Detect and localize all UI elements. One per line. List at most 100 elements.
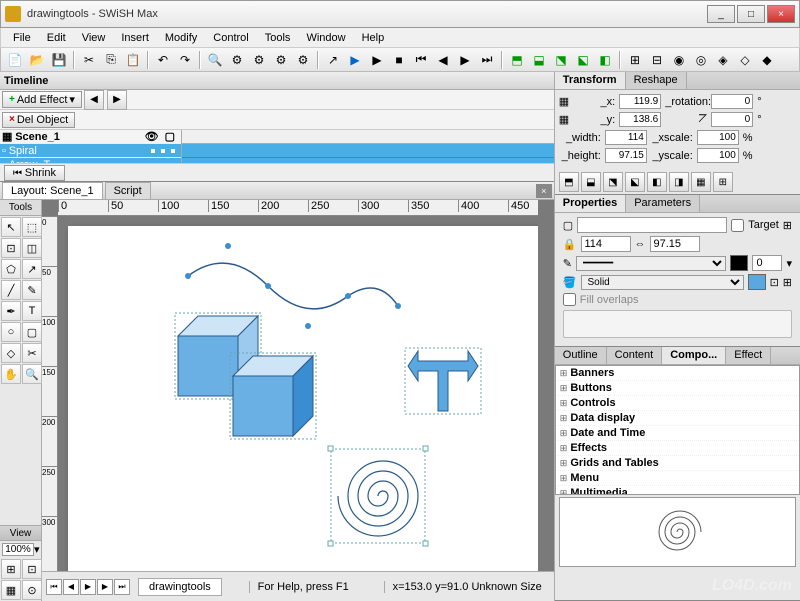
copy-icon[interactable]: ⎘	[101, 50, 121, 70]
rectangle-tool-icon[interactable]: ▢	[22, 322, 42, 342]
scroll-left-icon[interactable]: ◀	[84, 90, 104, 110]
tool-icon[interactable]: ⚙	[271, 50, 291, 70]
undo-icon[interactable]: ↶	[153, 50, 173, 70]
width-input[interactable]	[605, 130, 647, 145]
play-icon[interactable]: ▶	[345, 50, 365, 70]
prop-height-input[interactable]	[650, 236, 700, 252]
find-icon[interactable]: 🔍	[205, 50, 225, 70]
components-tree[interactable]: Banners Buttons Controls Data display Da…	[555, 365, 800, 495]
insert-button-icon[interactable]: ⬓	[529, 50, 549, 70]
convert-icon[interactable]: ◉	[669, 50, 689, 70]
fill-style-select[interactable]: Solid	[581, 275, 744, 290]
tool-icon[interactable]: ⚙	[249, 50, 269, 70]
rotation-input[interactable]	[711, 94, 753, 109]
x-input[interactable]	[619, 94, 661, 109]
shrink-button[interactable]: ⏮ Shrink	[4, 165, 65, 181]
menu-window[interactable]: Window	[298, 30, 353, 46]
fill-options-icon[interactable]: ⊡	[770, 276, 779, 289]
component-item[interactable]: Menu	[556, 471, 799, 486]
group-icon[interactable]: ⊞	[625, 50, 645, 70]
layout-tab[interactable]: Layout: Scene_1	[2, 182, 103, 199]
step-back-icon[interactable]: ◀	[433, 50, 453, 70]
scroll-right-icon[interactable]: ▶	[107, 90, 127, 110]
height-input[interactable]	[605, 148, 647, 163]
maximize-button[interactable]: □	[737, 5, 765, 23]
line-tool-icon[interactable]: ╱	[1, 280, 21, 300]
play-icon[interactable]: ▶	[80, 579, 96, 595]
play-effect-icon[interactable]: ▶	[367, 50, 387, 70]
zoom-tool-icon[interactable]: 🔍	[22, 364, 42, 384]
document-tab[interactable]: drawingtools	[138, 578, 222, 596]
yscale-input[interactable]	[697, 148, 739, 163]
close-tab-icon[interactable]: ×	[536, 184, 552, 198]
component-item[interactable]: Banners	[556, 366, 799, 381]
zoom-input[interactable]	[2, 543, 34, 556]
menu-help[interactable]: Help	[354, 30, 393, 46]
open-icon[interactable]: 📂	[27, 50, 47, 70]
align-icon[interactable]: ⬓	[581, 172, 601, 192]
timeline-grid[interactable]	[182, 130, 554, 163]
step-fwd-icon[interactable]: ▶	[97, 579, 113, 595]
effect-tab[interactable]: Effect	[726, 347, 771, 364]
redo-icon[interactable]: ↷	[175, 50, 195, 70]
pencil-tool-icon[interactable]: ✎	[22, 280, 42, 300]
zoom-fit-icon[interactable]: ⊡	[22, 559, 42, 579]
align-icon[interactable]: ⬕	[625, 172, 645, 192]
component-item[interactable]: Buttons	[556, 381, 799, 396]
subselect-tool-icon[interactable]: ⬚	[22, 217, 42, 237]
properties-tab[interactable]: Properties	[555, 195, 626, 212]
component-item[interactable]: Effects	[556, 441, 799, 456]
components-tab[interactable]: Compo...	[662, 347, 726, 364]
del-object-button[interactable]: Del Object	[2, 112, 75, 128]
prop-width-input[interactable]	[581, 236, 631, 252]
fill-overlaps-checkbox[interactable]	[563, 293, 576, 306]
rewind-icon[interactable]: ⏮	[411, 50, 431, 70]
menu-insert[interactable]: Insert	[113, 30, 157, 46]
align-icon[interactable]: ◨	[669, 172, 689, 192]
stop-icon[interactable]: ■	[389, 50, 409, 70]
convert-icon[interactable]: ◇	[735, 50, 755, 70]
goto-end-icon[interactable]: ⏭	[114, 579, 130, 595]
stroke-width-input[interactable]	[752, 255, 782, 271]
insert-icon[interactable]: ◧	[595, 50, 615, 70]
anchor-grid-icon[interactable]: ▦	[559, 95, 569, 108]
fill-transform-tool-icon[interactable]: ◫	[22, 238, 42, 258]
pen-tool-icon[interactable]: ✒	[1, 301, 21, 321]
skew-input[interactable]	[711, 112, 753, 127]
align-icon[interactable]: ⬔	[603, 172, 623, 192]
zoom-dropdown-icon[interactable]: ▾	[34, 543, 40, 556]
perspective-tool-icon[interactable]: ⬠	[1, 259, 21, 279]
parameters-tab[interactable]: Parameters	[626, 195, 700, 212]
new-icon[interactable]: 📄	[5, 50, 25, 70]
menu-tools[interactable]: Tools	[257, 30, 299, 46]
stroke-color-swatch[interactable]	[730, 255, 748, 271]
convert-icon[interactable]: ◎	[691, 50, 711, 70]
add-effect-button[interactable]: Add Effect▾	[2, 91, 82, 108]
xscale-input[interactable]	[697, 130, 739, 145]
ungroup-icon[interactable]: ⊟	[647, 50, 667, 70]
convert-icon[interactable]: ◆	[757, 50, 777, 70]
component-item[interactable]: Data display	[556, 411, 799, 426]
insert-sprite-icon[interactable]: ⬔	[551, 50, 571, 70]
menu-file[interactable]: File	[5, 30, 39, 46]
timeline-tree[interactable]: ▦ Scene_1 👁▢ ▫ Spiral ▫ Arrow_T ▫ Shape …	[0, 130, 182, 163]
knife-tool-icon[interactable]: ✂	[22, 343, 42, 363]
stage[interactable]	[68, 226, 538, 571]
insert-icon[interactable]: ⬕	[573, 50, 593, 70]
align-icon[interactable]: ⊞	[713, 172, 733, 192]
hand-tool-icon[interactable]: ✋	[1, 364, 21, 384]
export-icon[interactable]: ↗	[323, 50, 343, 70]
step-back-icon[interactable]: ◀	[63, 579, 79, 595]
expand-icon[interactable]: ⊞	[783, 219, 792, 232]
anchor-grid-icon[interactable]: ▦	[559, 113, 569, 126]
tool-icon[interactable]: ⚙	[227, 50, 247, 70]
y-input[interactable]	[619, 112, 661, 127]
menu-view[interactable]: View	[74, 30, 114, 46]
timeline-layer-row[interactable]: ▫ Spiral	[0, 144, 181, 158]
align-icon[interactable]: ▦	[691, 172, 711, 192]
object-name-input[interactable]	[577, 217, 727, 233]
align-icon[interactable]: ⬒	[559, 172, 579, 192]
forward-icon[interactable]: ⏭	[477, 50, 497, 70]
select-tool-icon[interactable]: ↖	[1, 217, 21, 237]
component-item[interactable]: Grids and Tables	[556, 456, 799, 471]
